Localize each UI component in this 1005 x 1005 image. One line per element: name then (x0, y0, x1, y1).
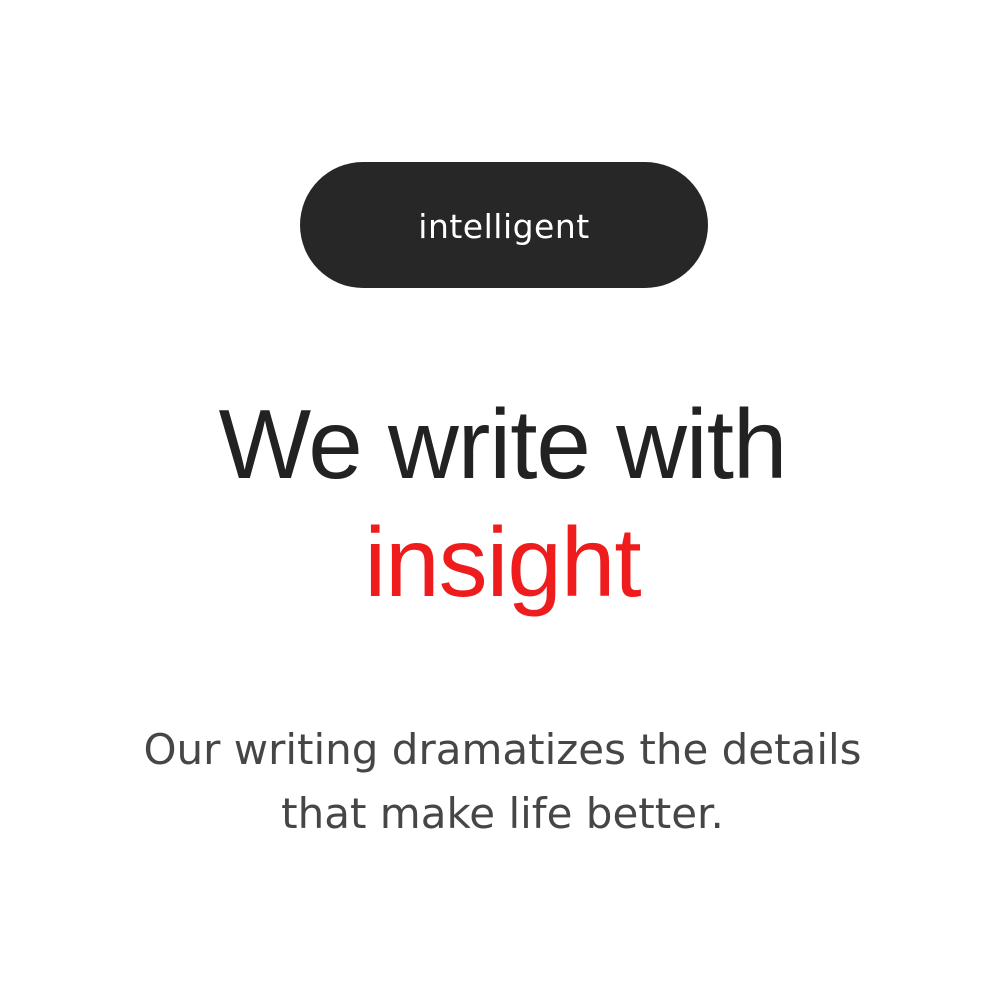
badge-label: intelligent (418, 206, 590, 246)
description-line-2: that make life better. (281, 789, 724, 838)
headline-accent-word: insight (364, 507, 641, 617)
headline: We write with insight (0, 385, 1005, 621)
headline-line-1: We write with (218, 389, 788, 499)
description-line-1: Our writing dramatizes the details (143, 725, 862, 774)
page: intelligent We write with insight Our wr… (0, 0, 1005, 1005)
intelligent-badge: intelligent (300, 162, 708, 288)
description: Our writing dramatizes the details that … (0, 718, 1005, 846)
